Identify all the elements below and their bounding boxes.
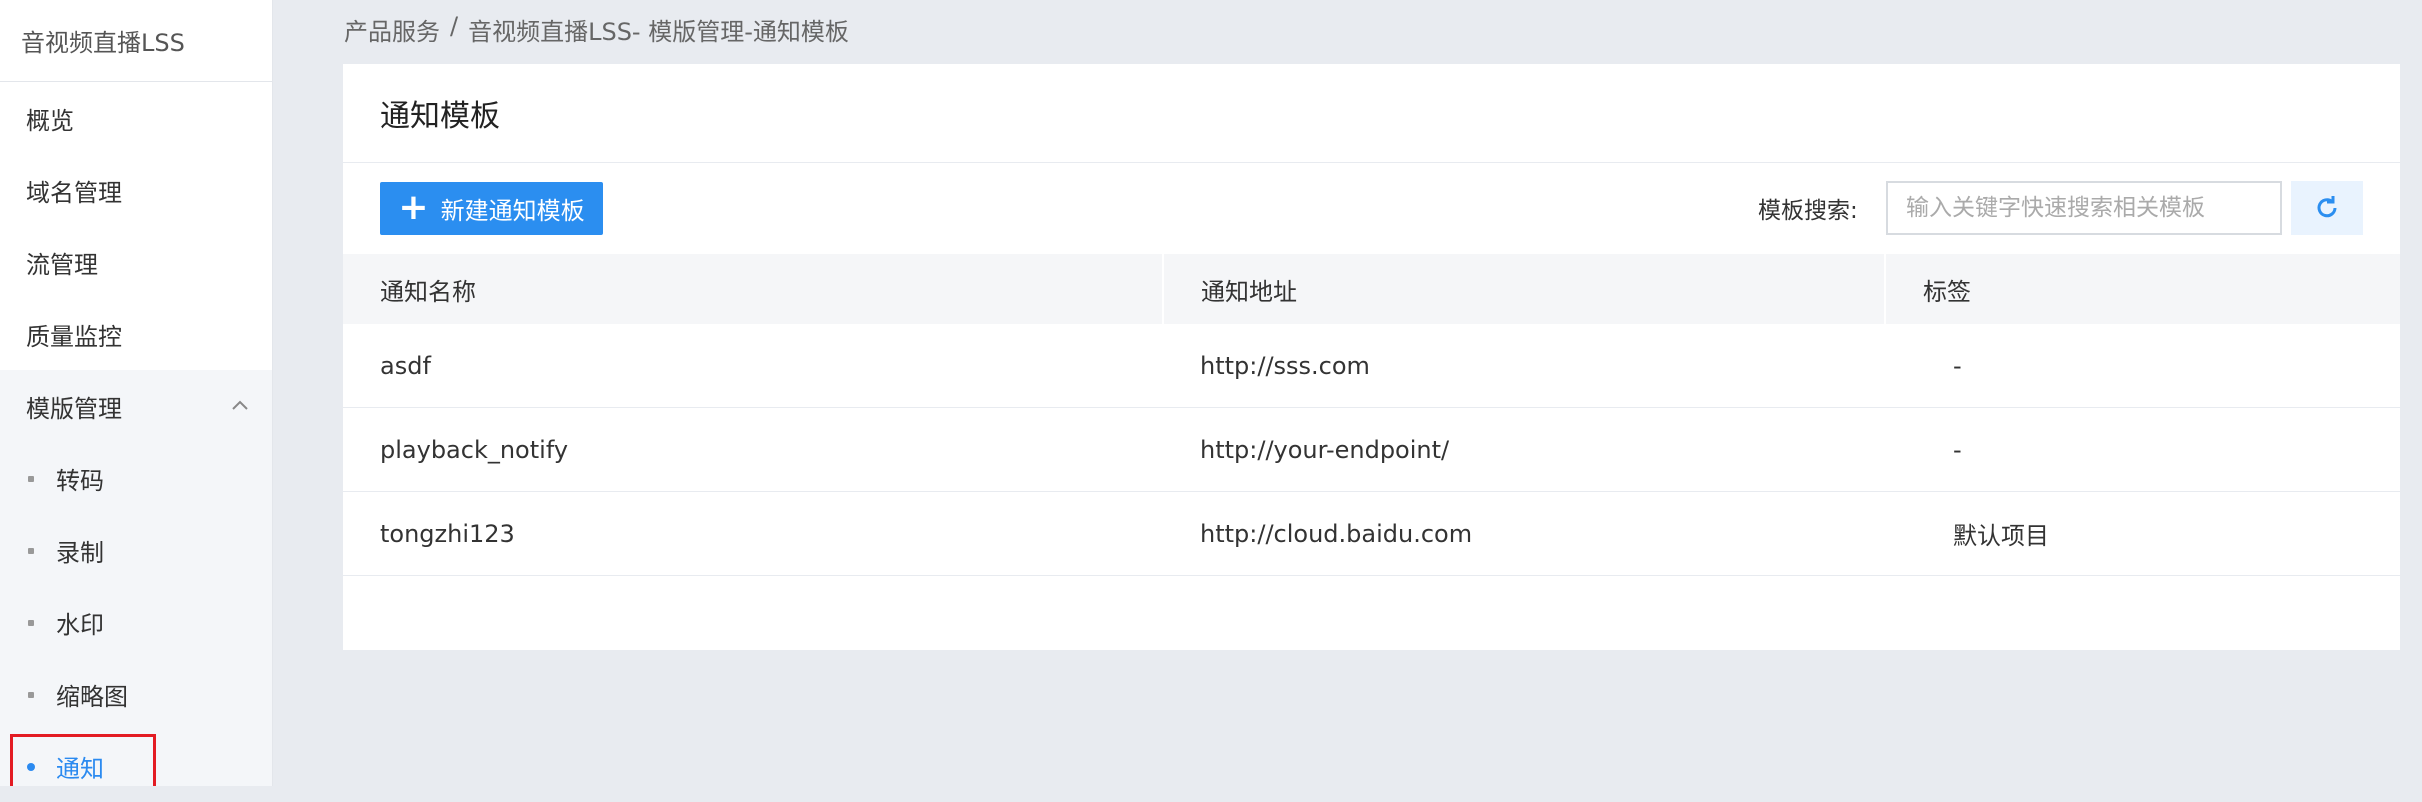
cell-address: http://your-endpoint/	[1163, 407, 1885, 492]
table-row[interactable]: playback_notify http://your-endpoint/ -	[343, 407, 2400, 492]
column-header-address: 通知地址	[1163, 254, 1886, 324]
cell-name: playback_notify	[343, 407, 1163, 492]
bullet-icon	[28, 476, 34, 482]
sidebar-sub-label: 转码	[56, 466, 104, 495]
sidebar-sub-label: 水印	[56, 610, 104, 639]
refresh-button[interactable]	[2291, 181, 2363, 235]
search-label: 模板搜索:	[1758, 198, 1858, 224]
breadcrumb-separator: /	[450, 12, 459, 40]
cell-tag: -	[1885, 407, 2400, 492]
sidebar-sub-thumbnail[interactable]: 缩略图	[0, 658, 272, 730]
breadcrumb-root[interactable]: 产品服务	[344, 12, 440, 47]
chevron-up-icon	[232, 400, 248, 410]
table-row[interactable]: asdf http://sss.com -	[343, 324, 2400, 408]
sidebar-title: 音视频直播LSS	[0, 0, 272, 82]
new-template-button[interactable]: + 新建通知模板	[380, 182, 603, 235]
toolbar: + 新建通知模板 模板搜索:	[343, 163, 2400, 254]
column-header-name: 通知名称	[343, 254, 1164, 324]
template-table: 通知名称 通知地址 标签 asdf http://sss.com - playb…	[343, 254, 2400, 576]
sidebar-group-label: 模版管理	[26, 394, 122, 423]
sidebar-item-quality[interactable]: 质量监控	[0, 298, 272, 370]
table-row[interactable]: tongzhi123 http://cloud.baidu.com 默认项目	[343, 491, 2400, 576]
sidebar-item-stream[interactable]: 流管理	[0, 226, 272, 298]
sidebar-sub-transcode[interactable]: 转码	[0, 442, 272, 514]
sidebar-group-template[interactable]: 模版管理	[0, 370, 272, 442]
cell-tag: -	[1885, 324, 2400, 408]
bullet-icon	[28, 692, 34, 698]
cell-name: tongzhi123	[343, 491, 1163, 576]
cell-address: http://cloud.baidu.com	[1163, 491, 1885, 576]
sidebar-sub-record[interactable]: 录制	[0, 514, 272, 586]
breadcrumb-current: 音视频直播LSS- 模版管理-通知模板	[468, 18, 849, 46]
sidebar: 音视频直播LSS 概览 域名管理 流管理 质量监控 模版管理 转码 录制 水印 …	[0, 0, 273, 786]
sidebar-item-overview[interactable]: 概览	[0, 82, 272, 154]
cell-tag: 默认项目	[1885, 491, 2400, 576]
sidebar-item-domain[interactable]: 域名管理	[0, 154, 272, 226]
bullet-icon	[28, 620, 34, 626]
column-header-tag: 标签	[1885, 254, 2400, 324]
breadcrumb: 产品服务 / 音视频直播LSS- 模版管理-通知模板	[344, 12, 849, 47]
bullet-icon	[28, 548, 34, 554]
main-card: 通知模板 + 新建通知模板 模板搜索: 通知名称 通知地址 标签 asdf ht…	[343, 64, 2400, 650]
sidebar-sub-watermark[interactable]: 水印	[0, 586, 272, 658]
annotation-highlight-box	[10, 734, 156, 786]
table-header-row: 通知名称 通知地址 标签	[343, 254, 2400, 324]
sidebar-sub-label: 录制	[56, 538, 104, 567]
page-title: 通知模板	[343, 64, 2400, 163]
sidebar-sub-label: 缩略图	[56, 682, 128, 711]
new-template-label: 新建通知模板	[440, 197, 585, 225]
plus-icon: +	[398, 186, 429, 228]
refresh-icon	[2317, 196, 2337, 218]
cell-address: http://sss.com	[1163, 324, 1885, 408]
cell-name: asdf	[343, 324, 1163, 408]
search-input[interactable]	[1886, 181, 2282, 235]
